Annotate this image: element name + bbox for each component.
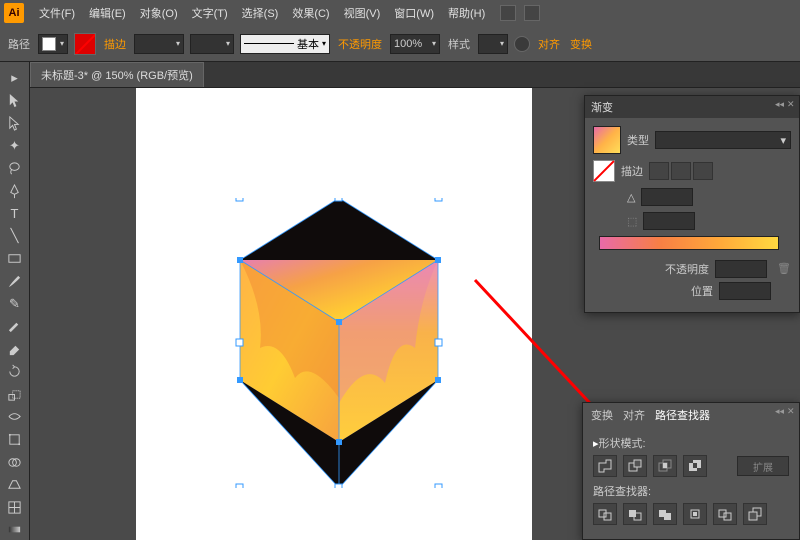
rotate-tool[interactable]: [3, 362, 27, 383]
path-label: 路径: [6, 36, 32, 52]
document-tab[interactable]: 未标题-3* @ 150% (RGB/预览): [30, 62, 204, 87]
close-icon[interactable]: ✕: [787, 99, 796, 108]
perspective-tool[interactable]: [3, 474, 27, 495]
tab-pathfinder[interactable]: 路径查找器: [655, 407, 710, 423]
stroke-mode-1[interactable]: [649, 162, 669, 180]
merge-button[interactable]: [653, 503, 677, 525]
aspect-field[interactable]: [643, 212, 695, 230]
type-label: 类型: [627, 132, 649, 148]
stroke-mode-2[interactable]: [671, 162, 691, 180]
shape-mode-label: ▸形状模式:: [593, 435, 789, 451]
menu-object[interactable]: 对象(O): [133, 1, 185, 25]
tab-transform[interactable]: 变换: [591, 407, 613, 423]
pathfinder-panel[interactable]: ◂◂✕ 变换 对齐 路径查找器 ▸形状模式: 扩展 路径查找器:: [582, 402, 800, 540]
stop-location-field[interactable]: [719, 282, 771, 300]
selection-tool[interactable]: [3, 91, 27, 112]
menu-view[interactable]: 视图(V): [337, 1, 388, 25]
rectangle-tool[interactable]: [3, 249, 27, 270]
stroke-weight-dropdown[interactable]: ▾: [134, 34, 184, 54]
eraser-tool[interactable]: [3, 339, 27, 360]
minus-front-button[interactable]: [623, 455, 647, 477]
angle-field[interactable]: [641, 188, 693, 206]
type-tool[interactable]: T: [3, 203, 27, 224]
stroke-mode-3[interactable]: [693, 162, 713, 180]
gradient-panel[interactable]: ◂◂✕ 渐变 类型 ▾ 描边 △ ⬚ 不透明度: [584, 95, 800, 313]
brush-dropdown[interactable]: 基本▾: [240, 34, 330, 54]
style-label: 样式: [446, 36, 472, 52]
crop-button[interactable]: [683, 503, 707, 525]
menu-bar: Ai 文件(F) 编辑(E) 对象(O) 文字(T) 选择(S) 效果(C) 视…: [0, 0, 800, 26]
fill-swatch-dropdown[interactable]: ▾: [38, 34, 68, 54]
tab-align[interactable]: 对齐: [623, 407, 645, 423]
toolbox: ▸ ✦ T ╲ ✎: [0, 62, 30, 540]
menu-select[interactable]: 选择(S): [235, 1, 286, 25]
blob-brush-tool[interactable]: [3, 316, 27, 337]
outline-button[interactable]: [713, 503, 737, 525]
style-dropdown[interactable]: ▾: [478, 34, 508, 54]
control-bar: 路径 ▾ 描边 ▾ ▾ 基本▾ 不透明度 100%▾ 样式 ▾ 对齐 变换: [0, 26, 800, 62]
no-fill-swatch[interactable]: [74, 33, 96, 55]
gradient-tool[interactable]: [3, 520, 27, 540]
scale-tool[interactable]: [3, 384, 27, 405]
unite-button[interactable]: [593, 455, 617, 477]
minus-back-button[interactable]: [743, 503, 767, 525]
gradient-stroke-label: 描边: [621, 163, 643, 179]
collapse-icon[interactable]: ◂◂: [775, 406, 784, 415]
menu-help[interactable]: 帮助(H): [441, 1, 492, 25]
arrange-icon[interactable]: [524, 5, 540, 21]
mesh-tool[interactable]: [3, 497, 27, 518]
collapse-icon[interactable]: ◂◂: [775, 99, 784, 108]
opacity-field[interactable]: 100%▾: [390, 34, 440, 54]
stroke-label[interactable]: 描边: [102, 36, 128, 52]
pathfinder-ops-label: 路径查找器:: [593, 483, 789, 499]
gradient-slider[interactable]: [599, 236, 779, 250]
magic-wand-tool[interactable]: ✦: [3, 136, 27, 157]
opacity-label[interactable]: 不透明度: [336, 36, 384, 52]
gradient-type-dropdown[interactable]: ▾: [655, 131, 791, 149]
lasso-tool[interactable]: [3, 158, 27, 179]
pathfinder-tabs: 变换 对齐 路径查找器: [583, 403, 799, 427]
gradient-panel-header[interactable]: 渐变: [585, 96, 799, 118]
pen-tool[interactable]: [3, 181, 27, 202]
recolor-icon[interactable]: [514, 36, 530, 52]
width-tool[interactable]: [3, 407, 27, 428]
document-tab-bar: 未标题-3* @ 150% (RGB/预览): [0, 62, 800, 88]
angle-icon: △: [627, 191, 635, 204]
exclude-button[interactable]: [683, 455, 707, 477]
app-icon: Ai: [4, 3, 24, 23]
artboard[interactable]: [136, 88, 532, 540]
pencil-tool[interactable]: ✎: [3, 294, 27, 315]
expand-button[interactable]: 扩展: [737, 456, 789, 476]
paintbrush-tool[interactable]: [3, 271, 27, 292]
trim-button[interactable]: [623, 503, 647, 525]
aspect-icon: ⬚: [627, 215, 637, 228]
shape-builder-tool[interactable]: [3, 452, 27, 473]
stop-location-label: 位置: [691, 283, 713, 299]
close-icon[interactable]: ✕: [787, 406, 796, 415]
free-transform-tool[interactable]: [3, 429, 27, 450]
transform-label[interactable]: 变换: [568, 36, 594, 52]
menu-edit[interactable]: 编辑(E): [82, 1, 133, 25]
divide-button[interactable]: [593, 503, 617, 525]
menu-effect[interactable]: 效果(C): [285, 1, 336, 25]
layout-icon[interactable]: [500, 5, 516, 21]
expand-icon[interactable]: ▸: [3, 68, 27, 89]
stop-opacity-label: 不透明度: [665, 261, 709, 277]
no-gradient-swatch[interactable]: [593, 160, 615, 182]
menu-file[interactable]: 文件(F): [32, 1, 82, 25]
gradient-preview-swatch[interactable]: [593, 126, 621, 154]
stop-opacity-field[interactable]: [715, 260, 767, 278]
direct-selection-tool[interactable]: [3, 113, 27, 134]
align-label[interactable]: 对齐: [536, 36, 562, 52]
menu-type[interactable]: 文字(T): [185, 1, 235, 25]
trash-icon[interactable]: 🗑: [777, 262, 791, 276]
line-tool[interactable]: ╲: [3, 226, 27, 247]
cube-artwork[interactable]: [220, 198, 458, 488]
var-width-dropdown[interactable]: ▾: [190, 34, 234, 54]
menu-window[interactable]: 窗口(W): [387, 1, 441, 25]
intersect-button[interactable]: [653, 455, 677, 477]
gradient-panel-title: 渐变: [591, 99, 613, 115]
